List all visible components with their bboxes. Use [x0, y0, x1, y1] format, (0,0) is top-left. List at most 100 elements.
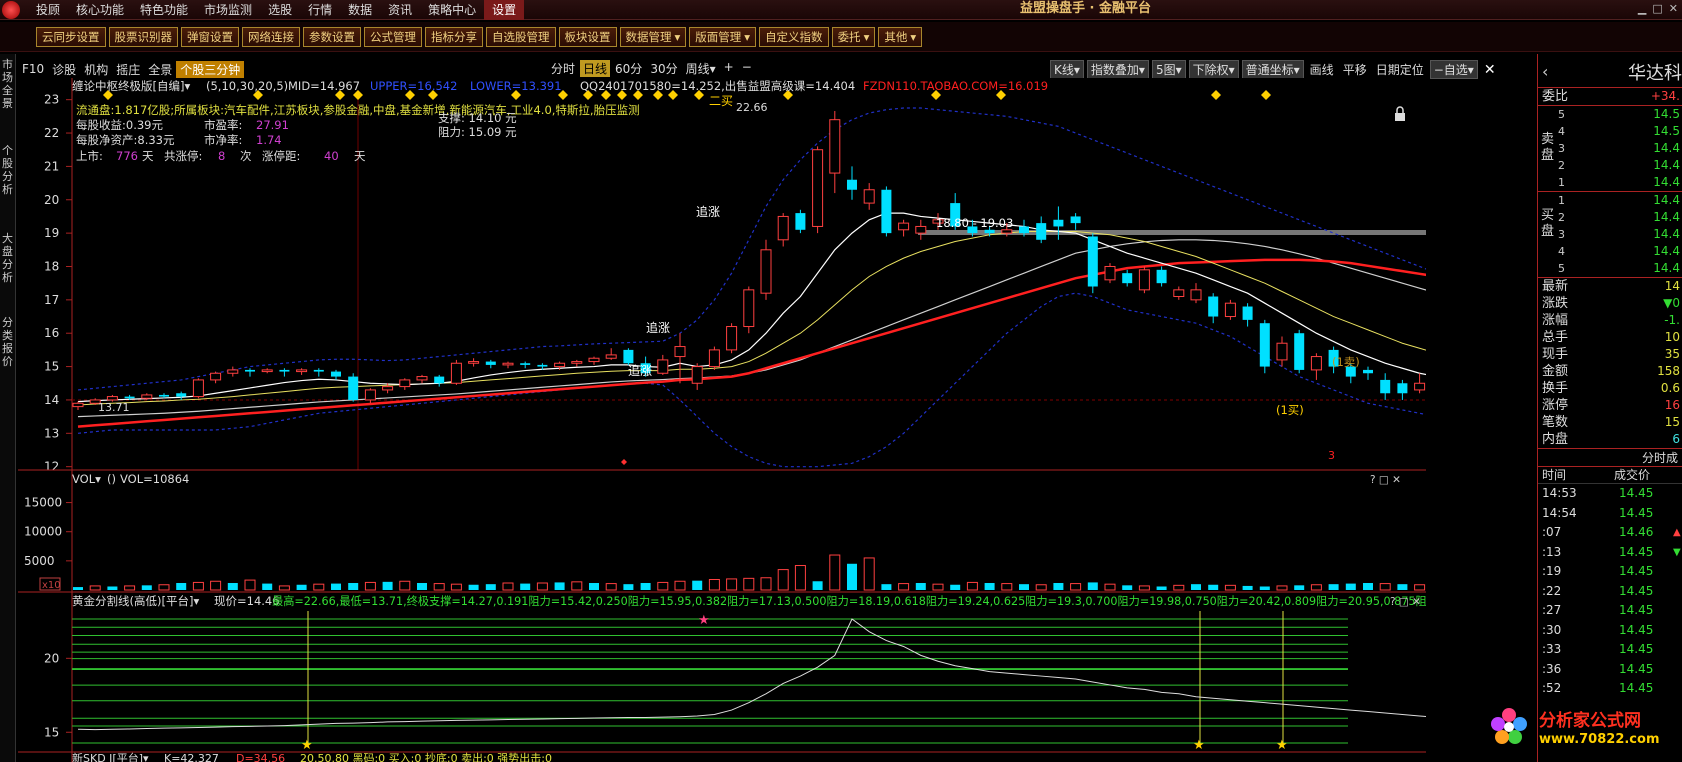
left-tab-1[interactable]: 个股分析: [0, 144, 15, 196]
gold-label[interactable]: 黄金分割线(高低)[平台]▾: [72, 594, 199, 608]
period-6[interactable]: −: [739, 60, 755, 77]
volume-bar: [313, 583, 325, 591]
control-6[interactable]: 平移: [1340, 61, 1370, 78]
buy-level-price[interactable]: 14.4: [1653, 209, 1680, 226]
annotation-zhuizhang-1: 追涨: [696, 204, 720, 219]
pe-label: 市盈率:: [204, 118, 242, 132]
buy-level-price[interactable]: 14.4: [1653, 192, 1680, 209]
volume-bar: [1070, 583, 1082, 591]
left-tab-3[interactable]: 分类报价: [0, 316, 15, 368]
skd-label[interactable]: 新SKD J[平台]▾: [72, 751, 149, 762]
tab-1[interactable]: 诊股: [48, 61, 80, 78]
sell-level-num: 2: [1558, 159, 1565, 172]
toolbar-button-1[interactable]: 股票识别器: [108, 27, 178, 47]
toolbar-button-10[interactable]: 版面管理: [689, 27, 757, 47]
toolbar-button-11[interactable]: 自定义指数: [759, 27, 829, 47]
minimize-icon[interactable]: ▁: [1638, 2, 1646, 15]
period-3[interactable]: 30分: [647, 60, 680, 77]
left-tab-2[interactable]: 大盘分析: [0, 232, 15, 284]
tick-price: 14.45: [1619, 661, 1654, 676]
volume-bar: [1035, 584, 1047, 591]
tab-0[interactable]: F10: [18, 62, 48, 76]
menu-item-4[interactable]: 选股: [260, 0, 300, 20]
volume-bar: [812, 581, 823, 590]
toolbar-button-9[interactable]: 数据管理: [619, 27, 687, 47]
toolbar-button-6[interactable]: 指标分享: [425, 27, 483, 47]
stat-row: 金额 158: [1538, 363, 1682, 380]
control-0[interactable]: K线▾: [1050, 60, 1084, 79]
control-7[interactable]: 日期定位: [1373, 61, 1427, 78]
indicator-name[interactable]: 缠论中枢终极版[自编]▾: [72, 79, 190, 93]
toolbar-button-5[interactable]: 公式管理: [364, 27, 422, 47]
menu-item-5[interactable]: 行情: [300, 0, 340, 20]
sell-level-price[interactable]: 14.5: [1653, 106, 1680, 123]
control-2[interactable]: 5图▾: [1151, 60, 1186, 79]
menu-item-1[interactable]: 核心功能: [68, 0, 132, 20]
volume-bar: [1191, 584, 1201, 590]
period-5[interactable]: +: [721, 60, 737, 77]
stat-row: 涨幅 -1.: [1538, 312, 1682, 329]
maximize-icon[interactable]: □: [1652, 2, 1662, 15]
menu-item-6[interactable]: 数据: [340, 0, 380, 20]
tab-4[interactable]: 全景: [144, 61, 176, 78]
vol-label[interactable]: VOL▾: [72, 472, 101, 486]
control-3[interactable]: 下除权▾: [1188, 60, 1239, 79]
buy-level-price[interactable]: 14.4: [1653, 226, 1680, 243]
volume-bar: [692, 580, 703, 590]
toolbar-button-2[interactable]: 弹窗设置: [181, 27, 239, 47]
menu-item-0[interactable]: 投顾: [28, 0, 68, 20]
gold-price: 现价=14.46: [214, 594, 280, 608]
tab-3[interactable]: 摇庄: [112, 61, 144, 78]
sell-level-price[interactable]: 14.5: [1653, 123, 1680, 140]
vol-panel-controls[interactable]: ? □ ✕: [1370, 474, 1401, 486]
sell-level-num: 3: [1558, 142, 1565, 155]
annotation-sell: (1卖): [1332, 355, 1360, 369]
back-arrow-icon[interactable]: ‹: [1542, 62, 1548, 81]
period-4[interactable]: 周线▾: [683, 60, 719, 77]
control-4[interactable]: 普通坐标▾: [1241, 60, 1304, 79]
candle-body: [898, 222, 910, 231]
toolbar-button-7[interactable]: 自选股管理: [486, 27, 556, 47]
toolbar-button-13[interactable]: 其他: [878, 27, 923, 47]
period-1[interactable]: 日线: [580, 60, 611, 77]
period-2[interactable]: 60分: [612, 60, 645, 77]
tab-2[interactable]: 机构: [80, 61, 112, 78]
annotation-low: 13.71: [98, 401, 130, 414]
toolbar-button-8[interactable]: 板块设置: [558, 27, 617, 47]
candle-body: [192, 379, 204, 398]
control-1[interactable]: 指数叠加▾: [1086, 60, 1149, 79]
control-9[interactable]: ✕: [1481, 62, 1499, 78]
menu-item-7[interactable]: 资讯: [380, 0, 420, 20]
buy-level-price[interactable]: 14.4: [1653, 260, 1680, 277]
toolbar-button-4[interactable]: 参数设置: [303, 27, 361, 47]
menu-item-9[interactable]: 设置: [484, 0, 525, 20]
control-5[interactable]: 画线: [1307, 61, 1337, 78]
control-8[interactable]: −自选▾: [1429, 60, 1478, 79]
stat-label: 现手: [1542, 347, 1569, 362]
toolbar-button-0[interactable]: 云同步设置: [36, 27, 106, 47]
sell-level-price[interactable]: 14.4: [1653, 157, 1680, 174]
menu-item-8[interactable]: 策略中心: [420, 0, 484, 20]
tick-time: 14:54: [1542, 505, 1577, 520]
volume-bar: [450, 583, 462, 591]
tab-5[interactable]: 个股三分钟: [176, 60, 245, 78]
vol-tick-label: 10000: [24, 525, 62, 539]
period-0[interactable]: 分时: [548, 60, 578, 77]
gold-panel-controls[interactable]: ? □ ✕: [1390, 596, 1421, 608]
volume-bar: [915, 583, 926, 590]
sell-level-price[interactable]: 14.4: [1653, 174, 1680, 191]
volume-bar: [1001, 583, 1013, 591]
toolbar-button-3[interactable]: 网络连接: [242, 27, 300, 47]
volume-bar: [468, 584, 479, 590]
sell-level-price[interactable]: 14.4: [1653, 140, 1680, 157]
menu-item-3[interactable]: 市场监测: [196, 0, 260, 20]
candle-body: [708, 349, 720, 368]
menu-item-2[interactable]: 特色功能: [132, 0, 196, 20]
chart-area[interactable]: 12 13 14 15 16 17 18 19 20 21 22 23 缠论中枢终极版[自编]▾ (5…: [18, 78, 1426, 762]
toolbar-button-12[interactable]: 委托: [831, 27, 876, 47]
buy-level-price[interactable]: 14.4: [1653, 243, 1680, 260]
left-tab-0[interactable]: 市场全景: [0, 58, 15, 110]
candle-body: [1363, 369, 1373, 374]
limitup-value: 8: [218, 149, 225, 163]
close-window-icon[interactable]: ✕: [1669, 2, 1678, 15]
